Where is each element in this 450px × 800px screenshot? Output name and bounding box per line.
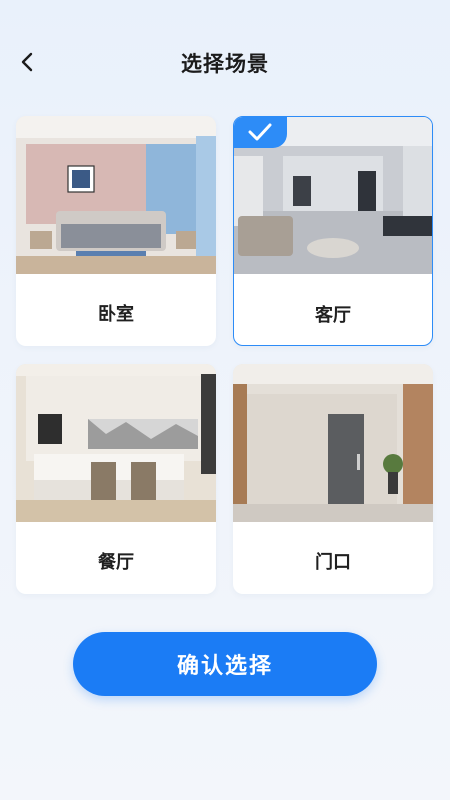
scene-card-living-room[interactable]: 客厅 [233, 116, 433, 346]
scene-card-entrance[interactable]: 门口 [233, 364, 433, 594]
scene-card-dining-room[interactable]: 餐厅 [16, 364, 216, 594]
page-title: 选择场景 [181, 52, 269, 76]
scene-card-bedroom[interactable]: 卧室 [16, 116, 216, 346]
header: 选择场景 [0, 40, 450, 86]
scene-label: 客厅 [315, 305, 351, 326]
scene-label: 餐厅 [98, 552, 134, 573]
confirm-button[interactable]: 确认选择 [73, 632, 377, 696]
scene-label: 门口 [315, 552, 351, 573]
scene-label: 卧室 [98, 304, 134, 325]
entrance-image [233, 364, 433, 522]
dining-room-image [16, 364, 216, 522]
selected-check [234, 117, 287, 148]
check-icon [248, 123, 271, 140]
bedroom-image [16, 116, 216, 274]
